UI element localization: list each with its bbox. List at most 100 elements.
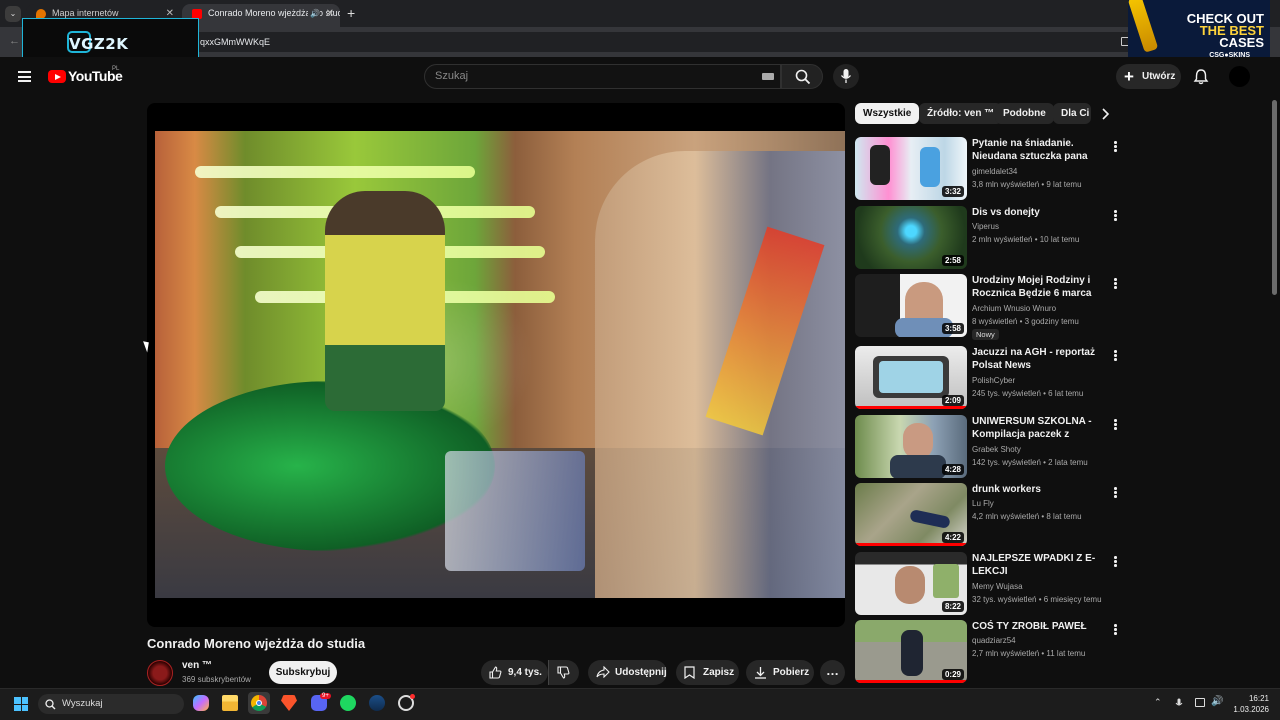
thumbs-down-icon: [557, 666, 570, 679]
recommendation-channel[interactable]: Archium Wnusio Wnuro: [972, 304, 1056, 313]
share-icon: [596, 666, 610, 678]
spotify-icon[interactable]: [340, 695, 356, 711]
duration-badge: 3:32: [941, 186, 964, 197]
more-options-icon[interactable]: [1114, 556, 1118, 568]
copilot-icon[interactable]: [193, 695, 209, 711]
channel-name[interactable]: ven ™: [182, 660, 212, 671]
chip-from-channel[interactable]: Źródło: ven ™: [919, 103, 1003, 124]
more-options-icon[interactable]: [1114, 210, 1118, 222]
more-options-icon[interactable]: [1114, 278, 1118, 290]
more-options-icon[interactable]: [1114, 624, 1118, 636]
more-options-icon[interactable]: [1114, 350, 1118, 362]
recommendation-meta: 2,7 mln wyświetleń • 11 lat temu: [972, 649, 1086, 658]
tab-title: Conrado Moreno wjeżdża do studia: [208, 8, 340, 18]
recommendation-item[interactable]: 8:22 NAJLEPSZE WPADKI Z E-LEKCJI Memy Wu…: [855, 552, 1125, 616]
display-icon[interactable]: [1195, 698, 1205, 707]
knife-icon: [1128, 0, 1159, 53]
youtube-logo-icon[interactable]: [48, 70, 66, 83]
chip-all[interactable]: Wszystkie: [855, 103, 920, 124]
save-button[interactable]: Zapisz: [676, 660, 739, 685]
chrome-icon[interactable]: [248, 692, 270, 714]
search-button[interactable]: [781, 64, 823, 89]
file-explorer-icon[interactable]: [222, 695, 238, 711]
recommendation-meta: 2 mln wyświetleń • 10 lat temu: [972, 235, 1080, 244]
back-button[interactable]: ←: [9, 35, 20, 47]
page-scrollbar[interactable]: [1272, 100, 1277, 295]
more-options-icon[interactable]: [1114, 141, 1118, 153]
recommendation-item[interactable]: 3:32 Pytanie na śniadanie. Nieudana sztu…: [855, 137, 1125, 201]
recommendation-channel[interactable]: PolishCyber: [972, 376, 1015, 385]
chevron-up-icon[interactable]: ⌃: [1154, 697, 1162, 708]
recommendation-channel[interactable]: gimeldalet34: [972, 167, 1017, 176]
video-thumbnail[interactable]: 4:28: [855, 415, 967, 478]
video-thumbnail[interactable]: 2:09: [855, 346, 967, 409]
video-thumbnail[interactable]: 4:22: [855, 483, 967, 546]
recommendation-channel[interactable]: Grabek Shoty: [972, 445, 1021, 454]
tab-search-button[interactable]: ⌄: [5, 6, 21, 22]
download-button[interactable]: Pobierz: [746, 660, 814, 685]
video-thumbnail[interactable]: 3:58: [855, 274, 967, 337]
system-clock[interactable]: 16:21 1.03.2026: [1227, 693, 1269, 715]
recommendation-title[interactable]: Pytanie na śniadanie. Nieudana sztuczka …: [972, 137, 1107, 163]
microphone-icon[interactable]: [1175, 698, 1183, 709]
recommendation-title[interactable]: Dis vs donejty: [972, 206, 1107, 219]
more-options-icon[interactable]: [1114, 487, 1118, 499]
video-player[interactable]: [147, 103, 845, 627]
recommendation-channel[interactable]: Viperus: [972, 222, 999, 231]
recommendation-meta: 8 wyświetleń • 3 godziny temu: [972, 317, 1079, 326]
chip-for-you[interactable]: Dla Ci: [1053, 103, 1091, 124]
taskbar-search-input[interactable]: Wyszukaj: [38, 694, 184, 714]
recommendation-item[interactable]: 3:58 Urodziny Mojej Rodziny i Rocznica B…: [855, 274, 1125, 340]
video-thumbnail[interactable]: 3:32: [855, 137, 967, 200]
recommendation-channel[interactable]: Memy Wujasa: [972, 582, 1023, 591]
recommendation-title[interactable]: NAJLEPSZE WPADKI Z E-LEKCJI: [972, 552, 1107, 578]
subscribe-button[interactable]: Subskrybuj: [269, 661, 337, 684]
recommendation-title[interactable]: drunk workers: [972, 483, 1107, 496]
recommendation-title[interactable]: Jacuzzi na AGH - reportaż Polsat News: [972, 346, 1107, 372]
recommendation-title[interactable]: UNIWERSUM SZKOLNA - Kompilacja paczek z …: [972, 415, 1107, 441]
recommendation-item[interactable]: 2:09 Jacuzzi na AGH - reportaż Polsat Ne…: [855, 346, 1125, 410]
volume-icon[interactable]: 🔊: [1211, 696, 1223, 707]
more-options-icon[interactable]: [1114, 419, 1118, 431]
video-thumbnail[interactable]: 0:29: [855, 620, 967, 683]
search-input[interactable]: Szukaj: [424, 64, 781, 89]
keyboard-icon[interactable]: [762, 73, 774, 80]
windows-taskbar: [0, 688, 1280, 720]
voice-search-button[interactable]: [833, 64, 859, 89]
account-avatar[interactable]: [1229, 66, 1250, 87]
video-thumbnail[interactable]: 8:22: [855, 552, 967, 615]
close-tab-icon[interactable]: ✕: [326, 4, 334, 23]
create-label: Utwórz: [1142, 71, 1176, 82]
recommendation-meta: 4,2 mln wyświetleń • 8 lat temu: [972, 512, 1082, 521]
video-thumbnail[interactable]: 2:58: [855, 206, 967, 269]
microphone-icon: [840, 69, 852, 83]
steam-icon[interactable]: [369, 695, 385, 711]
recommendation-item[interactable]: 4:22 drunk workers Lu Fly 4,2 mln wyświe…: [855, 483, 1125, 547]
recommendation-item[interactable]: 2:58 Dis vs donejty Viperus 2 mln wyświe…: [855, 206, 1125, 270]
csgo-skins-ad[interactable]: CHECK OUT THE BEST CASES CSG●SKINS: [1128, 0, 1270, 64]
recommendation-title[interactable]: COŚ TY ZROBIŁ PAWEŁ: [972, 620, 1107, 633]
like-button[interactable]: 9,4 tys.: [481, 660, 548, 685]
recommendation-item[interactable]: 4:28 UNIWERSUM SZKOLNA - Kompilacja pacz…: [855, 415, 1125, 479]
thumbs-up-icon: [489, 666, 502, 679]
recommendation-channel[interactable]: quadziarz54: [972, 636, 1016, 645]
search-icon: [795, 69, 811, 85]
menu-icon[interactable]: [18, 71, 31, 82]
recommendation-item[interactable]: 0:29 COŚ TY ZROBIŁ PAWEŁ quadziarz54 2,7…: [855, 620, 1125, 684]
channel-avatar[interactable]: [147, 660, 173, 686]
notifications-bell-icon[interactable]: [1193, 68, 1209, 85]
tab-youtube-video[interactable]: Conrado Moreno wjeżdża do studia 🔊 ✕: [182, 4, 340, 27]
plus-icon: +: [1124, 67, 1134, 86]
recommendation-channel[interactable]: Lu Fly: [972, 499, 994, 508]
chip-related[interactable]: Podobne: [995, 103, 1054, 124]
windows-start-icon[interactable]: [14, 697, 28, 711]
new-tab-button[interactable]: +: [347, 5, 355, 21]
more-actions-button[interactable]: …: [820, 660, 845, 685]
speaker-icon[interactable]: 🔊: [308, 4, 320, 23]
share-button[interactable]: Udostępnij: [588, 660, 667, 685]
duration-badge: 4:22: [941, 532, 964, 543]
dislike-button[interactable]: [548, 660, 579, 685]
chevron-right-icon[interactable]: [1100, 108, 1110, 120]
country-code: PL: [112, 66, 120, 72]
recommendation-title[interactable]: Urodziny Mojej Rodziny i Rocznica Będzie…: [972, 274, 1107, 300]
